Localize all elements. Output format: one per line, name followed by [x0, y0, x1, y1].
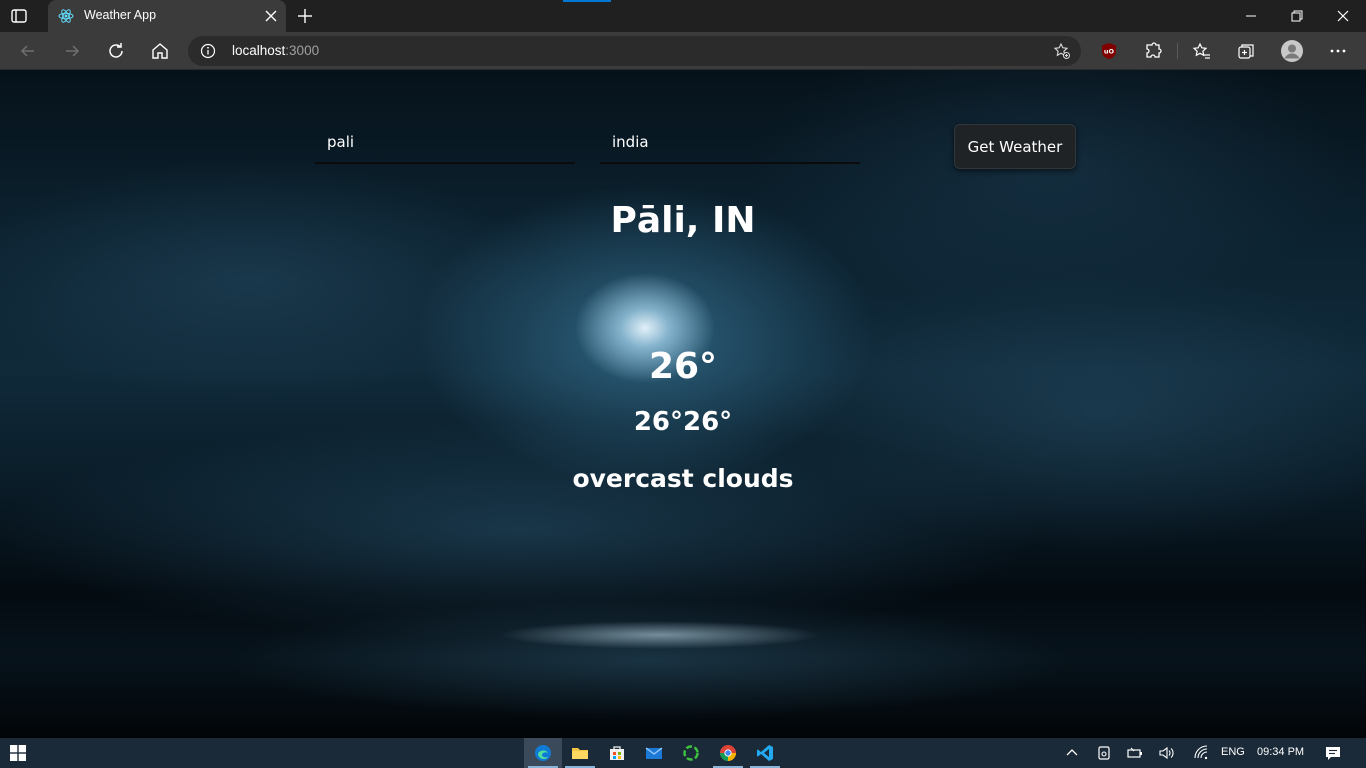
favorites-icon[interactable] — [1192, 41, 1212, 61]
location-title: Pāli, IN — [610, 200, 756, 241]
clock[interactable]: 09:34 PM — [1257, 746, 1304, 758]
country-input[interactable] — [612, 133, 852, 151]
notifications-icon[interactable] — [1325, 745, 1341, 761]
site-info-icon[interactable] — [200, 43, 216, 59]
back-icon[interactable] — [18, 41, 38, 61]
tab-actions-icon[interactable] — [10, 7, 28, 25]
close-window-icon[interactable] — [1333, 6, 1353, 26]
windows-start-icon[interactable] — [10, 745, 26, 761]
city-input[interactable] — [327, 133, 567, 151]
url-port: :3000 — [285, 43, 320, 58]
tab-strip: Weather App — [0, 0, 1366, 32]
new-tab-icon[interactable] — [296, 7, 314, 25]
url-host: localhost — [232, 43, 286, 58]
ublock-icon[interactable]: uO — [1099, 41, 1119, 61]
battery-icon[interactable] — [1127, 745, 1143, 761]
add-favorite-icon[interactable] — [1053, 42, 1071, 60]
volume-icon[interactable] — [1158, 745, 1174, 761]
drag-indicator — [563, 0, 611, 2]
react-icon — [58, 8, 74, 24]
temperature-value: 26° — [648, 346, 718, 387]
wifi-icon[interactable] — [1193, 745, 1209, 761]
store-icon[interactable] — [598, 738, 636, 768]
taskbar: ENG 09:34 PM — [0, 738, 1366, 768]
device-icon[interactable] — [1096, 745, 1112, 761]
address-bar[interactable]: localhost:3000 — [188, 36, 1081, 66]
sync-app-icon[interactable] — [672, 738, 710, 768]
file-explorer-icon[interactable] — [561, 738, 599, 768]
tab-title: Weather App — [84, 8, 157, 22]
collections-icon[interactable] — [1236, 41, 1256, 61]
country-field[interactable] — [600, 123, 860, 164]
edge-taskbar-icon[interactable] — [524, 738, 562, 768]
forward-icon[interactable] — [62, 41, 82, 61]
profile-avatar-icon[interactable] — [1280, 39, 1304, 63]
toolbar-separator — [1177, 43, 1178, 59]
browser-toolbar: localhost:3000 uO — [0, 32, 1366, 70]
close-tab-icon[interactable] — [264, 8, 278, 22]
extensions-icon[interactable] — [1143, 41, 1163, 61]
min-max-temperature: 26°26° — [633, 407, 733, 437]
language-indicator[interactable]: ENG — [1221, 746, 1245, 758]
chevron-up-icon[interactable] — [1064, 745, 1080, 761]
refresh-icon[interactable] — [106, 41, 126, 61]
chrome-icon[interactable] — [709, 738, 747, 768]
get-weather-button[interactable]: Get Weather — [954, 124, 1076, 169]
weather-page: Get Weather Pāli, IN 26° 26°26° overcast… — [0, 70, 1366, 738]
restore-icon[interactable] — [1287, 6, 1307, 26]
svg-text:uO: uO — [1104, 48, 1115, 56]
url-text: localhost:3000 — [232, 43, 319, 58]
vscode-icon[interactable] — [746, 738, 784, 768]
weather-description: overcast clouds — [572, 464, 794, 493]
mail-icon[interactable] — [635, 738, 673, 768]
tab-weather-app[interactable]: Weather App — [48, 0, 286, 32]
more-options-icon[interactable] — [1328, 41, 1348, 61]
home-icon[interactable] — [150, 41, 170, 61]
city-field[interactable] — [315, 123, 575, 164]
minimize-icon[interactable] — [1241, 6, 1261, 26]
